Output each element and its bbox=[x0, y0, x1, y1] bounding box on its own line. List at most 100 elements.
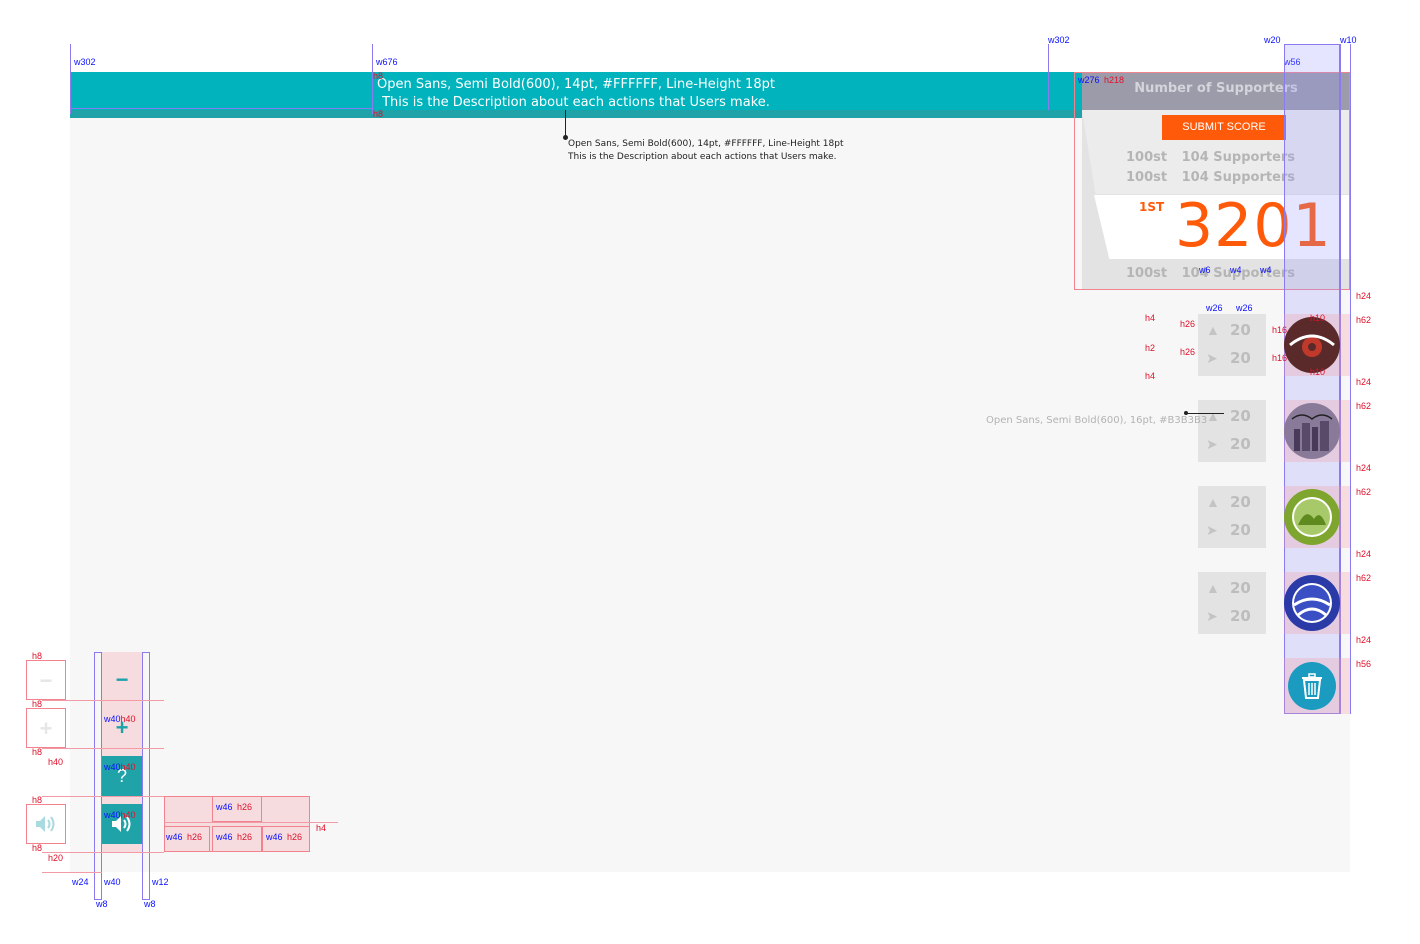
measure-label: w8 bbox=[144, 899, 156, 909]
share-count: 20 bbox=[1230, 521, 1251, 539]
measure-label: h24 bbox=[1356, 549, 1372, 559]
measure-label: h8 bbox=[32, 747, 43, 757]
stat-row: ▲ 20 bbox=[1204, 406, 1264, 428]
measure-label: w12 bbox=[152, 877, 169, 887]
action-card: ▲ 20 ➤ 20 bbox=[1198, 314, 1350, 376]
measure-label: h16 bbox=[1272, 353, 1288, 363]
action-card: ▲ 20 ➤ 20 bbox=[1198, 572, 1350, 634]
measure-label: h62 bbox=[1356, 487, 1372, 497]
share-icon: ➤ bbox=[1206, 350, 1218, 366]
guide-line bbox=[42, 872, 102, 873]
measure-label: h8 bbox=[32, 651, 43, 661]
note-dot bbox=[1184, 411, 1188, 415]
measure-tag: w40h40 bbox=[104, 714, 136, 724]
stat-row: ➤ 20 bbox=[1204, 606, 1264, 628]
callout-line-1: Open Sans, Semi Bold(600), 14pt, #FFFFFF… bbox=[568, 139, 844, 149]
measure-label: h8 bbox=[373, 109, 384, 119]
road-badge-icon bbox=[1292, 583, 1332, 623]
delete-button[interactable] bbox=[1288, 662, 1336, 710]
measure-label: w302 bbox=[1048, 35, 1070, 45]
action-badge[interactable] bbox=[1284, 575, 1340, 631]
zoom-out-button-disabled: − bbox=[26, 660, 66, 700]
measure-label: h62 bbox=[1356, 401, 1372, 411]
action-badge[interactable] bbox=[1284, 317, 1340, 373]
stat-style-note: Open Sans, Semi Bold(600), 16pt, #B3B3B3 bbox=[986, 415, 1208, 426]
action-card: ▲ 20 ➤ 20 bbox=[1198, 486, 1350, 548]
measure-label: h40 bbox=[48, 757, 64, 767]
zoom-in-button-disabled: + bbox=[26, 708, 66, 748]
measure-tag: w40h40 bbox=[104, 762, 136, 772]
measure-label: w24 bbox=[72, 877, 89, 887]
like-icon: ▲ bbox=[1206, 322, 1220, 338]
description-banner: Open Sans, Semi Bold(600), 14pt, #FFFFFF… bbox=[70, 72, 1082, 110]
city-badge-icon bbox=[1291, 414, 1333, 451]
like-count: 20 bbox=[1230, 321, 1251, 339]
measure-label: w276 bbox=[1078, 75, 1100, 85]
callout-leader bbox=[565, 110, 566, 137]
measure-label: h20 bbox=[48, 853, 64, 863]
measure-label: h4 bbox=[1145, 371, 1156, 381]
measure-label: h56 bbox=[1356, 659, 1372, 669]
measure-label: h24 bbox=[1356, 635, 1372, 645]
guide-line bbox=[164, 822, 338, 823]
callout-note: Open Sans, Semi Bold(600), 14pt, #FFFFFF… bbox=[568, 138, 888, 164]
guide-line bbox=[70, 44, 71, 114]
measure-label: h8 bbox=[373, 71, 384, 81]
action-badge[interactable] bbox=[1284, 403, 1340, 459]
action-card: ▲ 20 ➤ 20 bbox=[1198, 400, 1350, 462]
note-leader bbox=[1186, 413, 1224, 414]
measure-tag: w46 h26 bbox=[216, 802, 252, 812]
measure-label: w676 bbox=[376, 57, 398, 67]
measure-label: h218 bbox=[1104, 75, 1125, 85]
share-icon: ➤ bbox=[1206, 608, 1218, 624]
guide-line bbox=[70, 108, 372, 109]
measure-label: h4 bbox=[1145, 313, 1156, 323]
measure-tag: w40h40 bbox=[104, 810, 136, 820]
measure-column bbox=[94, 652, 102, 900]
measure-tag: w46 h26 bbox=[166, 832, 202, 842]
measure-label: w26 bbox=[1206, 303, 1223, 313]
banner-line-1: Open Sans, Semi Bold(600), 14pt, #FFFFFF… bbox=[377, 77, 775, 92]
measure-column bbox=[142, 652, 150, 900]
measure-label: w6 bbox=[1199, 265, 1211, 275]
action-badge[interactable] bbox=[1284, 489, 1340, 545]
measure-label: w8 bbox=[96, 899, 108, 909]
sound-button-disabled bbox=[26, 804, 66, 844]
share-icon: ➤ bbox=[1206, 436, 1218, 452]
measure-label: h24 bbox=[1356, 291, 1372, 301]
measure-label: w20 bbox=[1264, 35, 1281, 45]
measure-tag: w46 h26 bbox=[266, 832, 302, 842]
like-icon: ▲ bbox=[1206, 580, 1220, 596]
like-count: 20 bbox=[1230, 493, 1251, 511]
guide-line bbox=[42, 748, 164, 749]
guide-line bbox=[42, 796, 164, 797]
guide-line bbox=[1350, 44, 1351, 714]
measure-label: h10 bbox=[1310, 313, 1326, 323]
callout-line-2: This is the Description about each actio… bbox=[568, 152, 837, 162]
measure-label: h62 bbox=[1356, 573, 1372, 583]
speaker-icon bbox=[36, 816, 55, 832]
measure-label: h16 bbox=[1272, 325, 1288, 335]
stat-row: ➤ 20 bbox=[1204, 348, 1264, 370]
guide-line bbox=[1048, 44, 1049, 110]
measure-label: w4 bbox=[1260, 265, 1272, 275]
trash-icon bbox=[1302, 673, 1322, 699]
share-count: 20 bbox=[1230, 607, 1251, 625]
like-icon: ▲ bbox=[1206, 408, 1220, 424]
measure-label: h10 bbox=[1310, 367, 1326, 377]
banner-underline bbox=[70, 110, 1082, 118]
measure-label: h8 bbox=[32, 843, 43, 853]
stat-row: ▲ 20 bbox=[1204, 320, 1264, 342]
stat-row: ➤ 20 bbox=[1204, 520, 1264, 542]
zoom-out-button[interactable]: − bbox=[102, 660, 142, 700]
measure-label: h8 bbox=[32, 699, 43, 709]
share-count: 20 bbox=[1230, 349, 1251, 367]
stat-row: ➤ 20 bbox=[1204, 434, 1264, 456]
like-count: 20 bbox=[1230, 579, 1251, 597]
measure-label: w26 bbox=[1236, 303, 1253, 313]
measure-label: h24 bbox=[1356, 463, 1372, 473]
measure-label: w40 bbox=[104, 877, 121, 887]
flower-badge-icon bbox=[1289, 334, 1335, 357]
measure-label: h8 bbox=[32, 795, 43, 805]
measure-label: h2 bbox=[1145, 343, 1156, 353]
